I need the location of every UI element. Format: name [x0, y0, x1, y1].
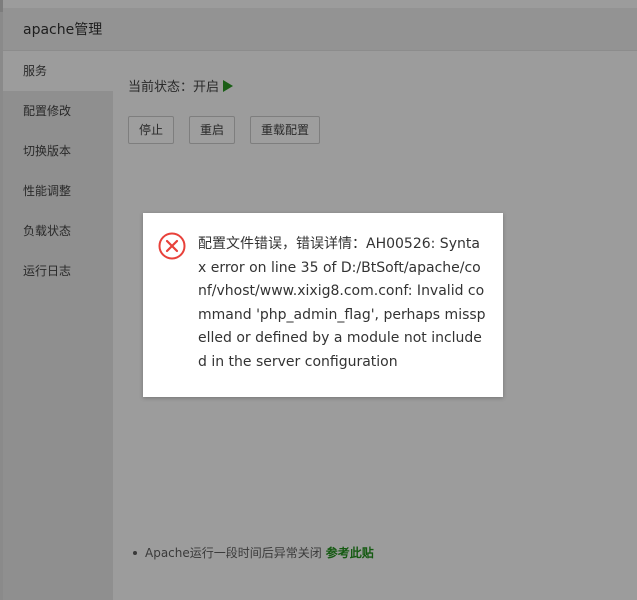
bullet-icon [133, 551, 137, 555]
dialog-title-bar: apache管理 [3, 8, 637, 51]
reload-config-button[interactable]: 重载配置 [250, 116, 320, 144]
service-status: 当前状态：开启 [128, 76, 234, 95]
sidebar-item-performance[interactable]: 性能调整 [3, 171, 113, 211]
sidebar-item-run-log[interactable]: 运行日志 [3, 251, 113, 291]
error-circle-x-icon [158, 232, 186, 260]
stop-button[interactable]: 停止 [128, 116, 174, 144]
restart-button[interactable]: 重启 [189, 116, 235, 144]
help-note: Apache运行一段时间后异常关闭 参考此贴 [133, 544, 374, 561]
sidebar: 服务 配置修改 切换版本 性能调整 负载状态 运行日志 [3, 51, 113, 600]
error-message-text: 配置文件错误，错误详情：AH00526: Syntax error on lin… [198, 236, 486, 370]
sidebar-item-load-status[interactable]: 负载状态 [3, 211, 113, 251]
play-icon [223, 80, 234, 92]
error-message-box: 配置文件错误，错误详情：AH00526: Syntax error on lin… [143, 213, 503, 397]
help-link[interactable]: 参考此贴 [326, 546, 374, 560]
help-note-text: Apache运行一段时间后异常关闭 [145, 546, 322, 560]
sidebar-item-switch-version[interactable]: 切换版本 [3, 131, 113, 171]
sidebar-item-service[interactable]: 服务 [3, 51, 113, 91]
sidebar-item-config-edit[interactable]: 配置修改 [3, 91, 113, 131]
dialog-title: apache管理 [23, 22, 103, 38]
status-text: 当前状态：开启 [128, 80, 220, 95]
